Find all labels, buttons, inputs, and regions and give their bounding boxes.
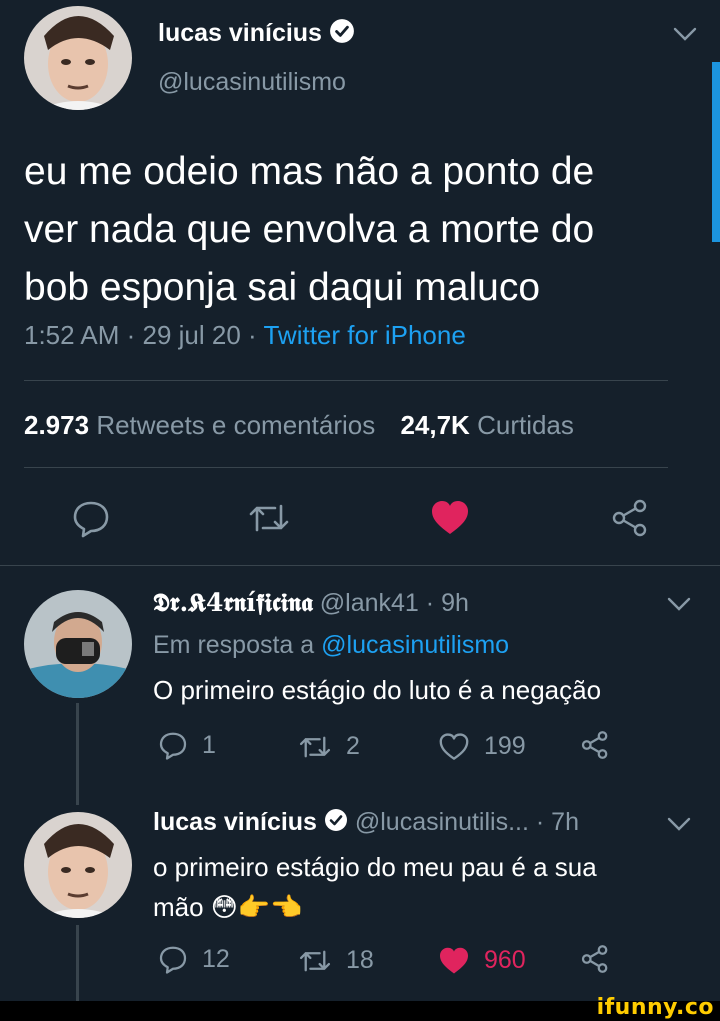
retweet-count: 2 xyxy=(346,732,360,760)
like-button[interactable] xyxy=(430,500,470,536)
reply-count: 12 xyxy=(202,944,230,973)
like-button[interactable]: 960 xyxy=(438,946,526,975)
scrollbar[interactable] xyxy=(712,62,720,242)
retweet-icon xyxy=(299,950,331,971)
tweet-meta: 1:52 AM · 29 jul 20 · Twitter for iPhone xyxy=(24,320,466,350)
retweets-stat[interactable]: 2.973 Retweets e comentários xyxy=(24,410,375,440)
reply-icon xyxy=(73,501,109,538)
divider xyxy=(24,467,668,468)
mention-link[interactable]: @lucasinutilismo xyxy=(321,631,509,659)
reply-author-name[interactable]: lucas vinícius xyxy=(153,808,317,836)
in-reply-to: Em resposta a @lucasinutilismo xyxy=(153,631,510,659)
heart-filled-icon xyxy=(440,947,468,973)
chevron-down-icon[interactable] xyxy=(666,814,692,839)
reply-author-handle[interactable]: @lank41 xyxy=(320,589,419,617)
share-icon xyxy=(612,499,647,537)
reply-time: · 7h xyxy=(535,808,579,837)
reply-header: lucas vinícius @lucasinutilis... · 7h xyxy=(153,808,579,839)
reply-text: o primeiro estágio do meu pau é a sua mã… xyxy=(153,852,597,922)
share-icon xyxy=(581,945,608,973)
divider xyxy=(0,565,720,566)
author-handle[interactable]: @lucasinutilismo xyxy=(158,68,346,97)
reply-time: · 9h xyxy=(425,589,469,617)
share-button[interactable] xyxy=(580,944,610,974)
divider xyxy=(24,380,668,381)
reply-button[interactable]: 12 xyxy=(158,944,230,974)
share-icon xyxy=(581,731,608,759)
tweet-stats: 2.973 Retweets e comentários 24,7K Curti… xyxy=(24,410,574,441)
thread-line xyxy=(76,925,79,1003)
ifunny-watermark: ifunny.co xyxy=(596,995,714,1020)
reply-text: O primeiro estágio do luto é a negação xyxy=(153,675,602,705)
retweet-button[interactable]: 18 xyxy=(298,946,374,975)
likes-stat[interactable]: 24,7K Curtidas xyxy=(400,410,573,440)
reply-count: 1 xyxy=(202,730,216,759)
like-count: 960 xyxy=(484,946,526,974)
reply-header: 𝕯𝖗.𝕶4𝖗𝖓í𝖋𝖎𝖈𝖎𝖓𝖆 @lank41 · 9h xyxy=(153,588,469,618)
tweet-source-link[interactable]: Twitter for iPhone xyxy=(263,320,465,350)
avatar[interactable] xyxy=(24,590,132,698)
retweet-icon xyxy=(299,736,331,757)
heart-filled-icon xyxy=(432,501,468,534)
like-button[interactable]: 199 xyxy=(438,732,526,761)
retweet-button[interactable] xyxy=(247,500,291,536)
tweet-time: 1:52 AM xyxy=(24,320,120,350)
retweet-count: 18 xyxy=(346,946,374,974)
retweet-icon xyxy=(249,504,289,532)
reply-author-handle[interactable]: @lucasinutilis... xyxy=(355,808,529,836)
share-button[interactable] xyxy=(580,730,610,760)
verified-badge-icon xyxy=(329,18,355,51)
avatar[interactable] xyxy=(24,6,132,110)
chevron-down-icon[interactable] xyxy=(672,24,698,49)
reply-icon xyxy=(159,946,187,974)
author-name[interactable]: lucas vinícius xyxy=(158,18,355,51)
share-button[interactable] xyxy=(610,498,650,538)
verified-badge-icon xyxy=(324,808,348,839)
chevron-down-icon[interactable] xyxy=(666,594,692,619)
tweet-date: 29 jul 20 xyxy=(142,320,241,350)
tweet-text: eu me odeio mas não a ponto de ver nada … xyxy=(24,150,595,309)
thread-line xyxy=(76,703,79,805)
reply-button[interactable] xyxy=(71,498,111,538)
avatar[interactable] xyxy=(24,812,132,918)
heart-outline-icon xyxy=(439,732,469,760)
reply-icon xyxy=(159,732,187,760)
reply-author-name[interactable]: 𝕯𝖗.𝕶4𝖗𝖓í𝖋𝖎𝖈𝖎𝖓𝖆 xyxy=(153,588,313,617)
reply-button[interactable]: 1 xyxy=(158,730,216,760)
like-count: 199 xyxy=(484,732,526,760)
retweet-button[interactable]: 2 xyxy=(298,732,360,761)
